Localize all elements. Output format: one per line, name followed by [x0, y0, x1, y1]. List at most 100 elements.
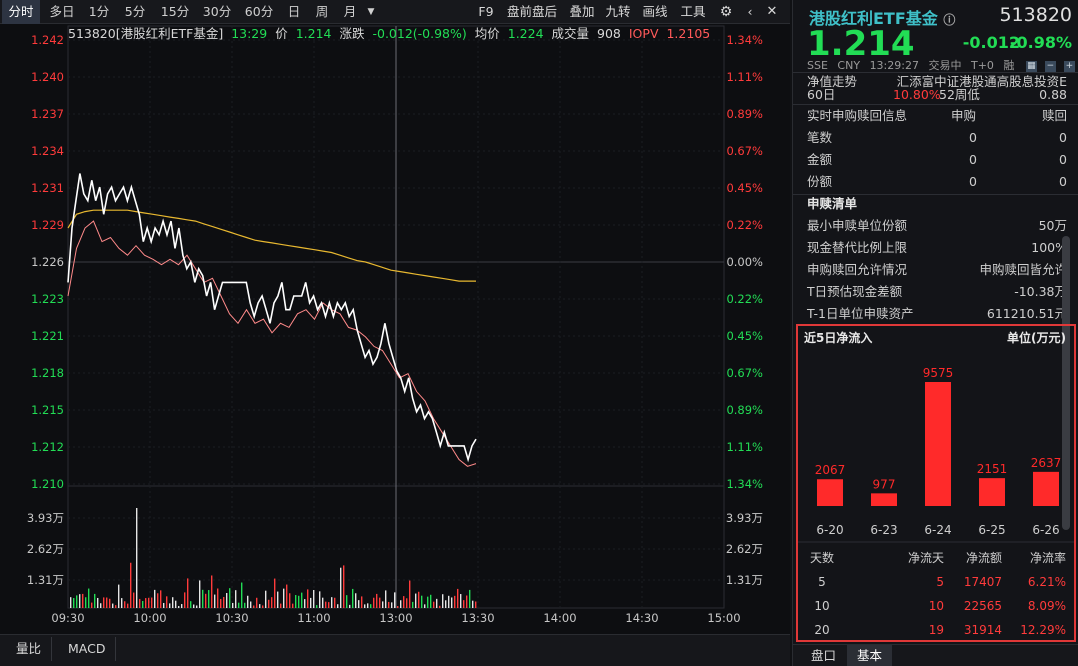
volume-bar [190, 601, 191, 608]
volume-bar [313, 590, 314, 608]
volume-bar [364, 604, 365, 608]
volume-bar [301, 593, 302, 608]
volume-bar [184, 592, 185, 608]
volume-bar [220, 599, 221, 608]
stat-60d-label: 60日 [807, 88, 835, 102]
tab-macd[interactable]: MACD [58, 637, 116, 661]
volume-bar [325, 602, 326, 608]
more-periods-icon[interactable]: ▼ [364, 0, 378, 24]
intraday-chart[interactable]: 1.2421.34%1.2401.11%1.2370.89%1.2340.67%… [0, 24, 790, 634]
volume-bar [415, 594, 416, 608]
tools-button[interactable]: 工具 [676, 0, 710, 24]
y-tick-pct-label: 1.11% [726, 440, 763, 454]
volume-tick-label: 3.93万 [27, 511, 64, 525]
volume-bar [421, 596, 422, 608]
volume-bar [154, 590, 155, 608]
y-tick-pct-label: 1.34% [726, 33, 763, 47]
flow-unit: 单位(万元) [1007, 330, 1066, 345]
quote-info-line: 513820[港股红利ETF基金] 13:29 价 1.214 涨跌 -0.01… [68, 26, 714, 42]
indicator-tab-bar: 量比 MACD [0, 634, 790, 666]
info-circle-icon[interactable]: ⓘ [943, 13, 955, 27]
tab-15min[interactable]: 15分 [156, 0, 194, 24]
volume-bar [376, 594, 377, 608]
realtime-col-purchase: 申购 [951, 106, 976, 126]
draw-line-button[interactable]: 画线 [638, 0, 672, 24]
nine-turn-button[interactable]: 九转 [602, 0, 634, 24]
volume-bar [412, 602, 413, 608]
volume-bar [475, 602, 476, 608]
volume-bar [454, 596, 455, 608]
volume-bar [307, 589, 308, 608]
f9-button[interactable]: F9 [474, 0, 498, 24]
volume-bar [232, 603, 233, 608]
pre-post-market-button[interactable]: 盘前盘后 [502, 0, 562, 24]
tab-volume-ratio[interactable]: 量比 [6, 637, 52, 661]
tab-1min[interactable]: 1分 [84, 0, 114, 24]
tab-day[interactable]: 日 [282, 0, 306, 24]
volume-bar [388, 602, 389, 608]
tab-basic[interactable]: 基本 [847, 645, 892, 666]
info-iopv-label: IOPV [629, 26, 659, 41]
minus-icon[interactable]: − [1045, 61, 1056, 72]
stat-52w-low-value: 0.88 [1039, 88, 1067, 102]
overlay-button[interactable]: 叠加 [566, 0, 598, 24]
tab-month[interactable]: 月 [338, 0, 362, 24]
volume-bar [151, 598, 152, 608]
meta-t0: T+0 [971, 59, 994, 72]
volume-bar [253, 606, 254, 608]
tab-multi-day[interactable]: 多日 [44, 0, 80, 24]
tab-60min[interactable]: 60分 [240, 0, 278, 24]
x-tick-label: 09:30 [51, 611, 84, 625]
plus-icon[interactable]: + [1064, 61, 1075, 72]
realtime-row-label: 金额 [807, 152, 832, 167]
info-time: 13:29 [231, 26, 267, 41]
intraday-chart-svg: 1.2421.34%1.2401.11%1.2370.89%1.2340.67%… [0, 24, 790, 634]
volume-bar [130, 563, 131, 608]
flow-category-label: 6-24 [924, 523, 951, 537]
volume-bar [382, 601, 383, 608]
grid-icon[interactable]: ▦ [1026, 61, 1037, 72]
x-tick-label: 14:00 [543, 611, 576, 625]
volume-bar [463, 600, 464, 608]
divider [793, 104, 1078, 105]
tab-30min[interactable]: 30分 [198, 0, 236, 24]
volume-bar [451, 597, 452, 608]
meta-status: 交易中 [928, 59, 961, 72]
list-row-label: 最小申赎单位份额 [807, 218, 907, 233]
volume-bar [256, 598, 257, 608]
flow-table-cell: 5 [936, 575, 944, 589]
close-icon[interactable]: ✕ [762, 0, 782, 24]
meta-time: 13:29:27 [870, 59, 919, 72]
tab-week[interactable]: 周 [310, 0, 334, 24]
volume-bar [343, 565, 344, 608]
flow-category-label: 6-26 [1032, 523, 1059, 537]
volume-bar [355, 593, 356, 608]
meta-exchange: SSE [807, 59, 828, 72]
volume-bar [316, 605, 317, 608]
x-tick-label: 10:00 [133, 611, 166, 625]
gear-icon[interactable]: ⚙ [716, 0, 736, 24]
volume-bar [163, 603, 164, 608]
list-row-value: -10.38万 [1014, 282, 1067, 302]
volume-bar [178, 606, 179, 608]
y-tick-label: 1.229 [31, 218, 64, 232]
volume-bar [346, 595, 347, 608]
volume-bar [73, 598, 74, 608]
tab-intraday[interactable]: 分时 [2, 0, 40, 24]
tab-5min[interactable]: 5分 [118, 0, 152, 24]
volume-bar [340, 568, 341, 608]
flow-table-cell: 17407 [964, 575, 1002, 589]
chevron-left-icon[interactable]: ‹ [740, 0, 760, 24]
list-row: T-1日单位申赎资产 611210.51元 [807, 304, 1067, 324]
list-row-label: 现金替代比例上限 [807, 240, 907, 255]
y-tick-label: 1.242 [31, 33, 64, 47]
volume-bar [277, 592, 278, 608]
volume-bar [250, 601, 251, 608]
tab-order-book[interactable]: 盘口 [801, 645, 846, 666]
volume-bar [196, 605, 197, 608]
flow-table-header: 净流天 [908, 551, 944, 565]
y-tick-pct-label: 1.34% [726, 477, 763, 491]
volume-bar [472, 601, 473, 608]
volume-bar [379, 598, 380, 608]
volume-bar [202, 590, 203, 608]
